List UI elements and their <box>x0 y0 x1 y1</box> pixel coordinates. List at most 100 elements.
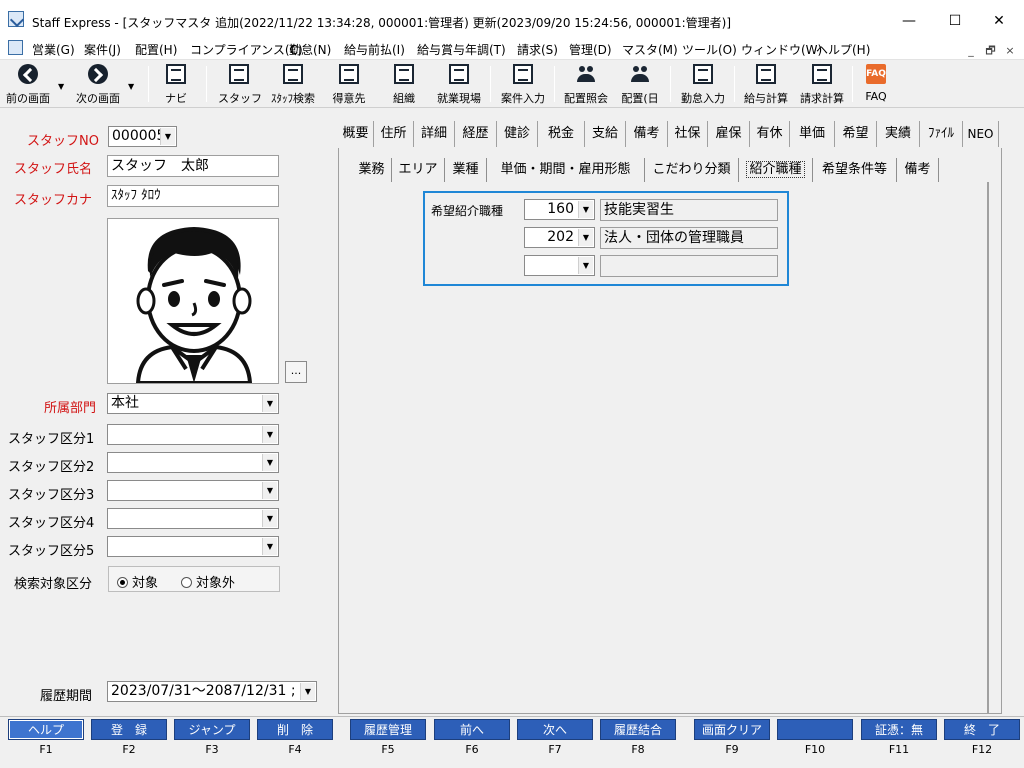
menu-window[interactable]: ウィンドウ(W) <box>741 41 822 58</box>
exit-button[interactable]: 終 了 <box>944 719 1020 740</box>
tab-health-check[interactable]: 健診 <box>497 121 538 147</box>
search-target-include-radio[interactable]: 対象 <box>117 572 158 591</box>
close-button[interactable]: ✕ <box>976 8 1022 34</box>
menu-placement[interactable]: 配置(H) <box>135 41 177 58</box>
tab-details[interactable]: 詳細 <box>414 121 455 147</box>
chevron-down-icon[interactable]: ▼ <box>300 683 315 700</box>
history-period-select[interactable]: 2023/07/31～2087/12/31 ; ▼ <box>107 681 317 702</box>
menu-master[interactable]: マスタ(M) <box>622 41 678 58</box>
payroll-button[interactable]: 給与計算 <box>740 64 792 106</box>
history-merge-button[interactable]: 履歴結合 <box>600 719 676 740</box>
menu-attendance[interactable]: 勤怠(N) <box>289 41 331 58</box>
category-4-select[interactable]: ▼ <box>107 508 279 529</box>
menu-management[interactable]: 管理(D) <box>569 41 612 58</box>
help-button[interactable]: ヘルプ <box>8 719 84 740</box>
chevron-down-icon[interactable]: ▼ <box>578 257 593 274</box>
maximize-button[interactable]: ☐ <box>932 8 978 34</box>
chevron-down-icon[interactable]: ▼ <box>262 482 277 499</box>
chevron-down-icon[interactable]: ▼ <box>578 201 593 218</box>
desired-job-3-code[interactable]: ▼ <box>524 255 595 276</box>
category-2-select[interactable]: ▼ <box>107 452 279 473</box>
back-button[interactable]: 前の画面 <box>2 64 54 106</box>
worksite-button[interactable]: 就業現場 <box>432 64 486 106</box>
back-dropdown-icon[interactable]: ▼ <box>58 82 64 91</box>
navi-button[interactable]: ナビ <box>156 64 196 106</box>
next-button[interactable]: 次へ <box>517 719 593 740</box>
delete-button[interactable]: 削 除 <box>257 719 333 740</box>
clear-screen-button[interactable]: 画面クリア <box>694 719 770 740</box>
tab-payment[interactable]: 支給 <box>585 121 626 147</box>
mdi-close-button[interactable]: × <box>1002 44 1018 57</box>
forward-dropdown-icon[interactable]: ▼ <box>128 82 134 91</box>
chevron-down-icon[interactable]: ▼ <box>262 395 277 412</box>
tab-career[interactable]: 経歴 <box>455 121 497 147</box>
subtab-rate-period-type[interactable]: 単価・期間・雇用形態 <box>487 158 645 182</box>
category-5-select[interactable]: ▼ <box>107 536 279 557</box>
staff-button[interactable]: スタッフ <box>218 64 262 106</box>
subtab-work[interactable]: 業務 <box>352 158 392 182</box>
subtab-preference-category[interactable]: こだわり分類 <box>645 158 739 182</box>
staff-name-field[interactable]: スタッフ 太郎 <box>107 155 279 177</box>
menu-jobs[interactable]: 案件(J) <box>84 41 121 58</box>
staff-kana-field[interactable]: ｽﾀｯﾌ ﾀﾛｳ <box>107 185 279 207</box>
menu-payroll[interactable]: 給与賞与年調(T) <box>417 41 506 58</box>
job-entry-button[interactable]: 案件入力 <box>496 64 550 106</box>
evidence-button[interactable]: 証憑：無 <box>861 719 937 740</box>
menu-tools[interactable]: ツール(O) <box>682 41 737 58</box>
tab-unit-price[interactable]: 単価 <box>790 121 835 147</box>
desired-job-1-code[interactable]: 160 ▼ <box>524 199 595 220</box>
photo-browse-button[interactable]: ... <box>285 361 307 383</box>
category-1-select[interactable]: ▼ <box>107 424 279 445</box>
category-3-select[interactable]: ▼ <box>107 480 279 501</box>
tab-address[interactable]: 住所 <box>374 121 414 147</box>
desired-job-2-code[interactable]: 202 ▼ <box>524 227 595 248</box>
subtab-industry[interactable]: 業種 <box>445 158 487 182</box>
menu-sales[interactable]: 営業(G) <box>32 41 75 58</box>
staff-no-field[interactable]: 000005 ▼ <box>108 126 177 147</box>
chevron-down-icon[interactable]: ▼ <box>160 128 175 145</box>
placement-inquiry-button[interactable]: 配置照会 <box>560 64 612 106</box>
customer-button[interactable]: 得意先 <box>328 64 370 106</box>
tab-paid-leave[interactable]: 有休 <box>750 121 790 147</box>
organization-button[interactable]: 組織 <box>384 64 424 106</box>
mdi-restore-button[interactable]: 🗗 <box>983 42 999 61</box>
placement-daily-button[interactable]: 配置(日 <box>616 64 664 106</box>
menu-billing[interactable]: 請求(S) <box>517 41 558 58</box>
attendance-entry-button[interactable]: 勤怠入力 <box>676 64 730 106</box>
history-management-button[interactable]: 履歴管理 <box>350 719 426 740</box>
department-select[interactable]: 本社 ▼ <box>107 393 279 414</box>
chevron-down-icon[interactable]: ▼ <box>578 229 593 246</box>
menu-advance-pay[interactable]: 給与前払(I) <box>344 41 405 58</box>
tab-preferences[interactable]: 希望 <box>835 121 877 147</box>
tab-results[interactable]: 実績 <box>877 121 920 147</box>
chevron-down-icon[interactable]: ▼ <box>262 538 277 555</box>
menu-compliance[interactable]: コンプライアンス(C) <box>190 41 303 58</box>
forward-button[interactable]: 次の画面 <box>72 64 124 106</box>
chevron-down-icon[interactable]: ▼ <box>262 454 277 471</box>
previous-button[interactable]: 前へ <box>434 719 510 740</box>
chevron-down-icon[interactable]: ▼ <box>262 510 277 527</box>
tab-files[interactable]: ﾌｧｲﾙ <box>920 121 963 147</box>
faq-button[interactable]: FAQ FAQ <box>858 64 894 106</box>
search-target-exclude-radio[interactable]: 対象外 <box>181 572 235 591</box>
subtab-desired-conditions[interactable]: 希望条件等 <box>813 158 897 182</box>
register-button[interactable]: 登 録 <box>91 719 167 740</box>
tab-overview[interactable]: 概要 <box>338 121 374 147</box>
mdi-minimize-button[interactable]: _ <box>963 44 979 57</box>
billing-button[interactable]: 請求計算 <box>796 64 848 106</box>
jump-button[interactable]: ジャンプ <box>174 719 250 740</box>
staff-search-button[interactable]: ｽﾀｯﾌ検索 <box>266 64 320 106</box>
subtab-area[interactable]: エリア <box>392 158 445 182</box>
document-icon[interactable] <box>8 40 23 55</box>
f10-button[interactable] <box>777 719 853 740</box>
subtab-referral-job[interactable]: 紹介職種 <box>739 158 813 182</box>
tab-neo[interactable]: NEO <box>963 121 999 147</box>
minimize-button[interactable]: — <box>886 8 932 34</box>
chevron-down-icon[interactable]: ▼ <box>262 426 277 443</box>
tab-employment-insurance[interactable]: 雇保 <box>708 121 750 147</box>
tab-notes[interactable]: 備考 <box>626 121 668 147</box>
menu-help[interactable]: ヘルプ(H) <box>816 41 870 58</box>
tab-social-insurance[interactable]: 社保 <box>668 121 708 147</box>
tab-tax[interactable]: 税金 <box>538 121 585 147</box>
subtab-notes[interactable]: 備考 <box>897 158 939 182</box>
